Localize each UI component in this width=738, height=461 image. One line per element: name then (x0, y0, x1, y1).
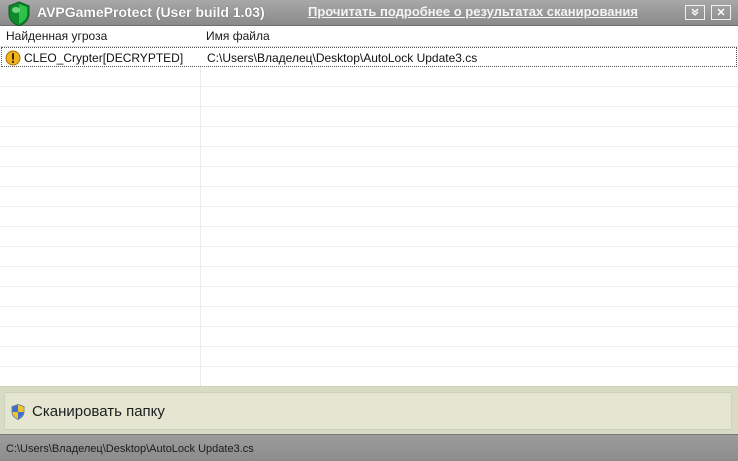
app-title: AVPGameProtect (User build 1.03) (37, 4, 265, 20)
empty-row (0, 167, 738, 187)
empty-row (0, 327, 738, 347)
title-bar: AVPGameProtect (User build 1.03) Прочита… (0, 0, 738, 27)
collapse-button[interactable] (685, 5, 705, 20)
empty-row (0, 127, 738, 147)
scan-folder-button[interactable]: Сканировать папку (4, 392, 732, 430)
scan-details-link[interactable]: Прочитать подробнее о результатах сканир… (308, 4, 638, 19)
double-chevron-down-icon (691, 8, 699, 16)
empty-row (0, 107, 738, 127)
empty-row (0, 347, 738, 367)
empty-row (0, 287, 738, 307)
column-header-threat[interactable]: Найденная угроза (6, 29, 107, 43)
threat-list[interactable]: Найденная угроза Имя файла CLEO_Crypter[… (0, 26, 738, 386)
empty-row (0, 267, 738, 287)
shield-icon (11, 404, 25, 420)
list-rows: CLEO_Crypter[DECRYPTED] C:\Users\Владеле… (0, 47, 738, 386)
empty-row (0, 87, 738, 107)
empty-row (0, 227, 738, 247)
close-button[interactable] (711, 5, 731, 20)
table-row[interactable]: CLEO_Crypter[DECRYPTED] C:\Users\Владеле… (1, 47, 737, 67)
column-header-filename[interactable]: Имя файла (206, 29, 270, 43)
action-panel: Сканировать папку (0, 386, 738, 434)
list-header: Найденная угроза Имя файла (0, 26, 738, 47)
status-path: C:\Users\Владелец\Desktop\AutoLock Updat… (6, 443, 254, 455)
warning-icon (5, 50, 21, 66)
empty-row (0, 307, 738, 327)
empty-row (0, 67, 738, 87)
threat-name: CLEO_Crypter[DECRYPTED] (24, 51, 184, 65)
empty-row (0, 247, 738, 267)
empty-row (0, 187, 738, 207)
empty-row (0, 367, 738, 386)
scan-folder-label: Сканировать папку (32, 403, 165, 420)
shield-logo-icon (8, 1, 30, 27)
empty-row (0, 147, 738, 167)
file-path: C:\Users\Владелец\Desktop\AutoLock Updat… (207, 51, 478, 65)
status-bar: C:\Users\Владелец\Desktop\AutoLock Updat… (0, 434, 738, 461)
empty-row (0, 207, 738, 227)
close-icon (717, 8, 725, 16)
